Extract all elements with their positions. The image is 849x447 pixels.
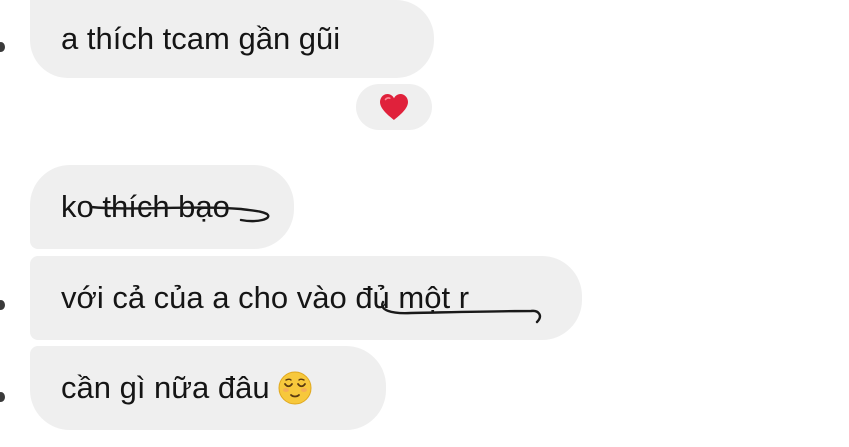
message-bubble[interactable]: ko thích bạo — [30, 165, 294, 249]
message-bubble[interactable]: a thích tcam gần gũi — [30, 0, 434, 78]
heart-icon — [380, 94, 408, 120]
avatar-edge — [0, 392, 5, 402]
message-bubble[interactable]: với cả của a cho vào đủ một r — [30, 256, 582, 340]
message-text: cần gì nữa đâu — [61, 370, 270, 405]
avatar-edge — [0, 300, 5, 310]
message-text-content: với cả của a cho vào đủ một r — [61, 280, 470, 315]
chat-screen: a thích tcam gần gũi ko thích bạo với cả… — [0, 0, 849, 447]
avatar-edge — [0, 42, 5, 52]
message-text-content: ko thích bạo — [61, 189, 230, 224]
relieved-face-icon — [278, 371, 312, 405]
message-text: a thích tcam gần gũi — [61, 21, 341, 56]
message-text: với cả của a cho vào đủ một r — [61, 280, 542, 324]
message-text: ko thích bạo — [61, 189, 270, 225]
message-reaction[interactable] — [356, 84, 432, 130]
message-bubble[interactable]: cần gì nữa đâu — [30, 346, 386, 430]
